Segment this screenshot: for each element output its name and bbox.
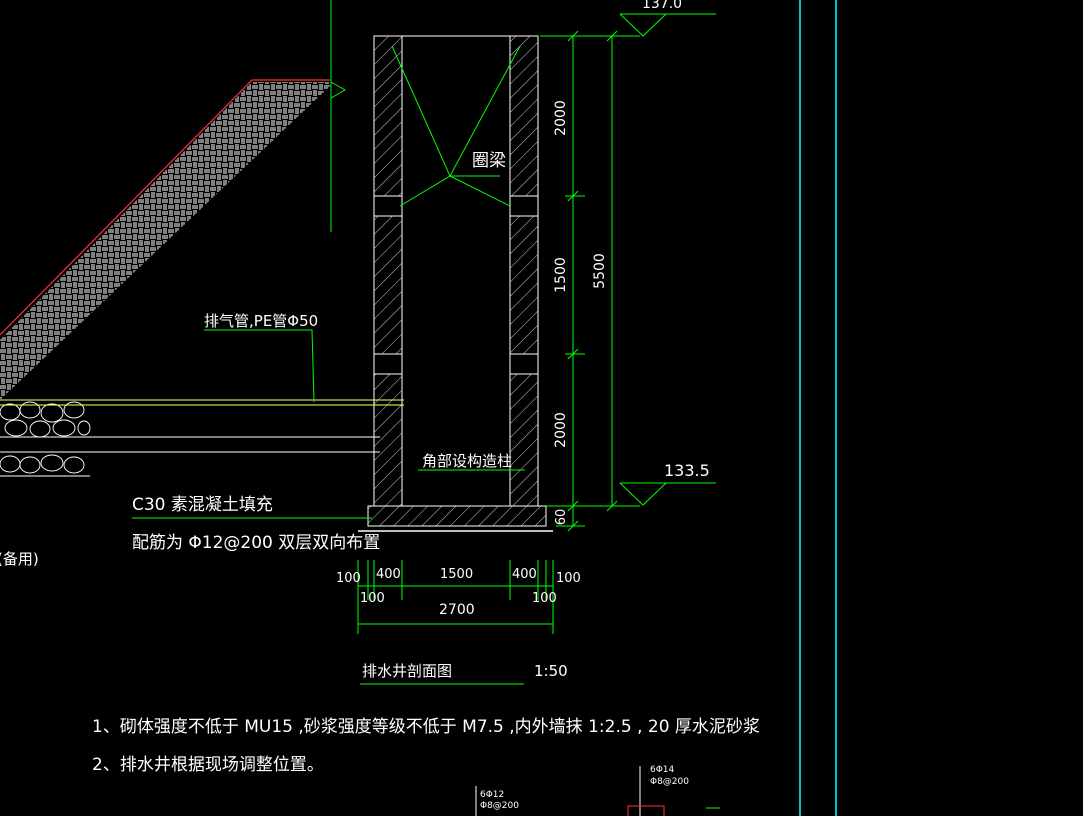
dim-h-1500: 1500 bbox=[440, 567, 473, 582]
drawing-scale: 1:50 bbox=[534, 662, 568, 680]
side-label-3: 6Φ14 bbox=[650, 765, 675, 775]
note-2: 2、排水井根据现场调整位置。 bbox=[92, 755, 324, 775]
corner-column-label: 角部设构造柱 bbox=[422, 452, 512, 470]
well-left-wall bbox=[373, 35, 403, 507]
embankment-slope bbox=[0, 79, 330, 400]
cad-canvas: 圈梁 排气管,PE管Φ50 角部设构造柱 C30 素混凝土填充 配筋为 Φ12@… bbox=[0, 0, 1083, 816]
dim-v-1500: 1500 bbox=[553, 257, 569, 293]
note-1: 1、砌体强度不低于 MU15 ,砂浆强度等级不低于 M7.5 ,内外墙抹 1:2… bbox=[92, 717, 760, 737]
dim-v-2000-bottom: 2000 bbox=[553, 412, 569, 448]
dim-h-small-left: 100 bbox=[360, 591, 385, 606]
dim-h-400-right: 400 bbox=[512, 567, 537, 582]
dim-h-100-right: 100 bbox=[556, 571, 581, 586]
drawing-frame-lines bbox=[799, 0, 837, 816]
dim-v-2000-top: 2000 bbox=[553, 100, 569, 136]
dim-v-total: 5500 bbox=[592, 253, 608, 289]
centerline-marker bbox=[330, 0, 347, 232]
elevation-top: 137.0 bbox=[642, 0, 682, 12]
dim-h-total: 2700 bbox=[439, 602, 475, 618]
rebar-note: 配筋为 Φ12@200 双层双向布置 bbox=[132, 533, 380, 553]
well-right-wall bbox=[509, 35, 539, 507]
drawing-title: 排水井剖面图 bbox=[362, 662, 452, 680]
dim-v-60: 60 bbox=[554, 509, 569, 526]
side-label-4: Φ8@200 bbox=[650, 777, 689, 787]
dim-h-small-right: 100 bbox=[532, 591, 557, 606]
vent-pipe-leader bbox=[204, 329, 315, 403]
elevation-bottom: 133.5 bbox=[664, 461, 710, 480]
ring-beam-label: 圈梁 bbox=[472, 151, 506, 171]
elevation-marker-top bbox=[619, 13, 716, 37]
elevation-marker-bottom bbox=[619, 482, 716, 506]
fill-note: C30 素混凝土填充 bbox=[132, 495, 273, 515]
left-partial-label: 砂(备用) bbox=[0, 550, 39, 568]
vent-pipe-label: 排气管,PE管Φ50 bbox=[204, 312, 318, 330]
ring-beam-leaders bbox=[391, 45, 521, 207]
dim-h-400-left: 400 bbox=[376, 567, 401, 582]
dim-h-100-left: 100 bbox=[336, 571, 361, 586]
side-label-2: Φ8@200 bbox=[480, 801, 519, 811]
side-label-1: 6Φ12 bbox=[480, 790, 504, 800]
drainage-well-section-drawing: 圈梁 排气管,PE管Φ50 角部设构造柱 C30 素混凝土填充 配筋为 Φ12@… bbox=[0, 0, 837, 816]
